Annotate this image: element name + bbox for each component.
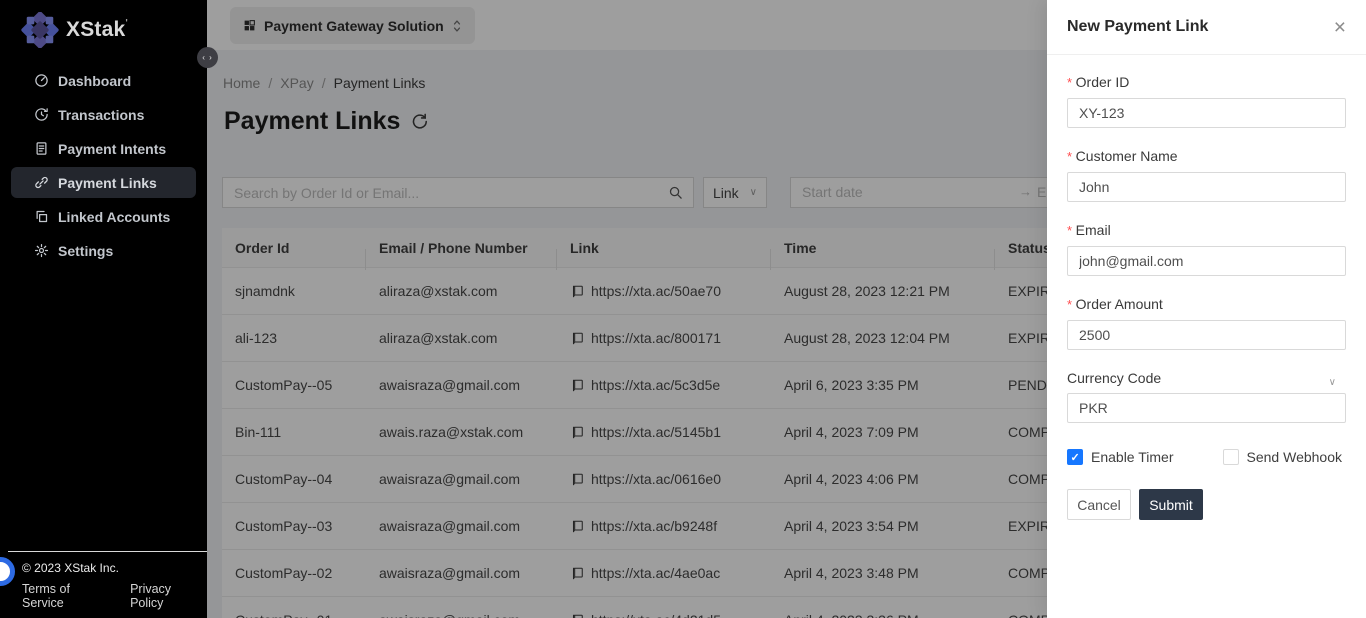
sidebar-item-linked-accounts[interactable]: Linked Accounts xyxy=(11,201,196,232)
payment-intents-icon xyxy=(34,141,49,156)
enable-timer-checkbox[interactable] xyxy=(1067,449,1083,465)
drawer-header: New Payment Link × xyxy=(1047,0,1366,55)
settings-icon xyxy=(34,243,49,258)
drawer-button-row: Cancel Submit xyxy=(1067,489,1346,520)
submit-button[interactable]: Submit xyxy=(1139,489,1203,520)
dashboard-icon xyxy=(34,73,49,88)
send-webhook-checkbox[interactable] xyxy=(1223,449,1239,465)
currency-code-select[interactable] xyxy=(1067,393,1346,423)
sidebar-item-label: Settings xyxy=(58,243,113,259)
customer-name-label: Customer Name xyxy=(1067,146,1346,167)
email-label: Email xyxy=(1067,220,1346,241)
enable-timer-label: Enable Timer xyxy=(1091,449,1173,465)
customer-name-field-group: Customer Name xyxy=(1067,146,1346,202)
cancel-button[interactable]: Cancel xyxy=(1067,489,1131,520)
copyright-text: © 2023 XStak Inc. xyxy=(0,561,207,575)
privacy-policy-link[interactable]: Privacy Policy xyxy=(130,582,207,610)
brand-name: XStak' xyxy=(66,18,128,42)
transactions-icon xyxy=(34,107,49,122)
new-payment-link-drawer: New Payment Link × Order ID Customer Nam… xyxy=(1047,0,1366,618)
brand-trademark: ' xyxy=(125,18,128,29)
order-amount-label: Order Amount xyxy=(1067,294,1346,315)
linked-accounts-icon xyxy=(34,209,49,224)
order-amount-input[interactable] xyxy=(1067,320,1346,350)
app-root: Payment Gateway Solution Home / XPay / P… xyxy=(0,0,1366,618)
order-id-field-group: Order ID xyxy=(1067,72,1346,128)
sidebar-item-settings[interactable]: Settings xyxy=(11,235,196,266)
order-id-input[interactable] xyxy=(1067,98,1346,128)
sidebar-nav: Dashboard Transactions Payment Intents P… xyxy=(0,65,207,266)
drawer-body: Order ID Customer Name Email Order Amoun… xyxy=(1047,55,1366,520)
close-icon[interactable]: × xyxy=(1334,17,1346,38)
footer-divider xyxy=(8,551,207,552)
sidebar-item-label: Linked Accounts xyxy=(58,209,170,225)
sidebar-item-label: Payment Intents xyxy=(58,141,166,157)
email-input[interactable] xyxy=(1067,246,1346,276)
sidebar-item-label: Payment Links xyxy=(58,175,157,191)
sidebar-item-label: Transactions xyxy=(58,107,144,123)
customer-name-input[interactable] xyxy=(1067,172,1346,202)
order-id-label: Order ID xyxy=(1067,72,1346,93)
sidebar-item-payment-links[interactable]: Payment Links xyxy=(11,167,196,198)
brand-logo[interactable]: XStak' xyxy=(0,0,207,48)
sidebar-collapse-toggle[interactable]: ‹ › xyxy=(197,47,218,68)
enable-timer-checkbox-group[interactable]: Enable Timer xyxy=(1067,449,1173,465)
drawer-title: New Payment Link xyxy=(1067,18,1208,36)
chevron-down-icon: ∨ xyxy=(1329,377,1336,388)
sidebar-item-transactions[interactable]: Transactions xyxy=(11,99,196,130)
send-webhook-checkbox-group[interactable]: Send Webhook xyxy=(1223,449,1342,465)
send-webhook-label: Send Webhook xyxy=(1247,449,1342,465)
drawer-checkbox-row: Enable Timer Send Webhook xyxy=(1067,449,1346,465)
order-amount-field-group: Order Amount xyxy=(1067,294,1346,350)
xstak-logo-icon xyxy=(21,12,59,48)
currency-code-field-group: Currency Code ∨ xyxy=(1067,368,1346,423)
email-field-group: Email xyxy=(1067,220,1346,276)
sidebar-item-dashboard[interactable]: Dashboard xyxy=(11,65,196,96)
sidebar-item-label: Dashboard xyxy=(58,73,131,89)
sidebar-footer: © 2023 XStak Inc. Terms of Service Priva… xyxy=(0,551,207,610)
sidebar: XStak' Dashboard Transactions Payment In… xyxy=(0,0,207,618)
currency-code-label: Currency Code xyxy=(1067,368,1346,388)
terms-of-service-link[interactable]: Terms of Service xyxy=(22,582,114,610)
sidebar-item-payment-intents[interactable]: Payment Intents xyxy=(11,133,196,164)
payment-links-icon xyxy=(34,175,49,190)
